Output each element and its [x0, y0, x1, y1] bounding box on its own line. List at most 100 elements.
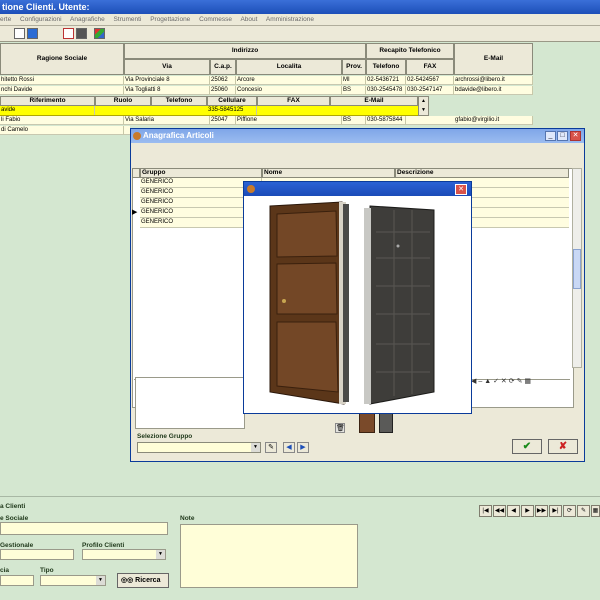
arrow-right-icon[interactable]: ▶ [297, 442, 309, 453]
excel-icon[interactable]: ▦ [591, 505, 600, 517]
cell-via: Via Salaria [124, 116, 210, 125]
subgrid-header-email[interactable]: E-Mail [330, 96, 418, 106]
tipo-select[interactable]: ▼ [40, 575, 106, 586]
col-header-cap[interactable]: C.a.p. [210, 59, 236, 75]
col-header-telefono[interactable]: Telefono [366, 59, 406, 75]
cell-ragione: di Camelo [0, 126, 124, 135]
trash-icon[interactable]: 🗑 [335, 423, 345, 433]
menu-item[interactable]: Configurazioni [20, 16, 62, 23]
door-image [269, 201, 435, 405]
close-icon[interactable]: ✕ [570, 131, 581, 141]
delete-icon[interactable]: – [478, 378, 482, 385]
up-icon[interactable]: ▲ [484, 378, 491, 385]
menu-item[interactable]: Commesse [199, 16, 232, 23]
menu-item[interactable]: Progettazione [150, 16, 190, 23]
chevron-down-icon[interactable]: ▼ [156, 550, 165, 559]
last-record-icon[interactable]: ▶| [549, 505, 562, 517]
refresh-icon[interactable]: ⟳ [509, 378, 515, 385]
scroll-down-icon[interactable]: ▼ [419, 106, 428, 115]
cancel-button[interactable]: ✘ [548, 439, 578, 454]
edit-icon[interactable]: ✎ [577, 505, 590, 517]
descrizione-textarea[interactable] [135, 377, 245, 429]
subgrid-row-selected[interactable]: avide 335-5845125 [0, 106, 418, 116]
menu-item[interactable]: erte [0, 16, 11, 23]
scroll-thumb[interactable] [573, 249, 581, 289]
gruppo-select[interactable]: ▼ [137, 442, 261, 453]
image-preview-window: ✕ [243, 181, 472, 414]
chevron-down-icon[interactable]: ▼ [251, 443, 260, 452]
cell-localita: Concesio [236, 86, 342, 95]
edit-icon[interactable] [14, 28, 25, 39]
col-header-email[interactable]: E-Mail [454, 43, 533, 75]
edit-icon[interactable]: ✎ [517, 378, 523, 385]
refresh-icon[interactable]: ⟳ [563, 505, 576, 517]
cell-email: gfabio@virgilio.it [454, 116, 533, 125]
profilo-clienti-select[interactable]: ▼ [82, 549, 166, 560]
subgrid-header-riferimento[interactable]: Riferimento [0, 96, 95, 106]
cell-telefono: 02-5436721 [366, 76, 406, 85]
brush-icon[interactable]: ✎ [265, 442, 277, 453]
document-icon[interactable] [63, 28, 74, 39]
confirm-button[interactable]: ✔ [512, 439, 542, 454]
toolbar [0, 26, 600, 42]
save-icon[interactable] [27, 28, 38, 39]
note-textarea[interactable] [180, 524, 358, 588]
articoli-scrollbar[interactable] [572, 168, 582, 368]
menu-item[interactable]: Amministrazione [266, 16, 314, 23]
first-record-icon[interactable]: |◀ [479, 505, 492, 517]
subgrid-header-cellulare[interactable]: Cellulare [207, 96, 257, 106]
menu-item[interactable]: Anagrafiche [70, 16, 105, 23]
col-header-descrizione[interactable]: Descrizione [395, 168, 569, 178]
chart-icon[interactable] [94, 28, 105, 39]
ricerca-button[interactable]: ◎◎ Ricerca [117, 573, 169, 588]
profilo-clienti-label: Profilo Clienti [82, 542, 125, 549]
menu-item[interactable]: About [240, 16, 257, 23]
table-row[interactable]: di Camelo [0, 126, 130, 135]
cell-fax: 02-5424567 [406, 76, 454, 85]
selezione-gruppo-label: Selezione Gruppo [137, 433, 193, 440]
print-icon[interactable] [76, 28, 87, 39]
window-title: tione Clienti. Utente: [0, 0, 600, 14]
prior-page-icon[interactable]: ◀◀ [493, 505, 506, 517]
cell-ragione: hitetto Rossi [0, 76, 124, 85]
col-header-via[interactable]: Via [124, 59, 210, 75]
table-row[interactable]: nchi Davide Via Togliatti 8 25060 Conces… [0, 86, 533, 95]
cia-input[interactable] [0, 575, 34, 586]
tipo-label: Tipo [40, 567, 54, 574]
arrow-left-icon[interactable]: ◀ [283, 442, 295, 453]
col-header-gruppo[interactable]: Gruppo [140, 168, 262, 178]
excel-icon[interactable]: ▦ [524, 378, 531, 385]
prior-record-icon[interactable]: ◀ [507, 505, 520, 517]
col-header-prov[interactable]: Prov. [342, 59, 366, 75]
ragione-sociale-input[interactable] [0, 522, 168, 535]
scroll-up-icon[interactable]: ▲ [419, 97, 428, 106]
cancel-icon[interactable]: ✕ [501, 378, 507, 385]
next-page-icon[interactable]: ▶▶ [535, 505, 548, 517]
next-record-icon[interactable]: ▶ [521, 505, 534, 517]
col-header-localita[interactable]: Localita [236, 59, 342, 75]
col-header-nome[interactable]: Nome [262, 168, 395, 178]
gestionale-input[interactable] [0, 549, 74, 560]
col-header-indirizzo: Indirizzo [124, 43, 366, 59]
col-header-fax[interactable]: FAX [406, 59, 454, 75]
subgrid-header-ruolo[interactable]: Ruolo [95, 96, 151, 106]
subgrid-header-telefono[interactable]: Telefono [151, 96, 207, 106]
table-row[interactable]: hitetto Rossi Via Provinciale 8 25062 Ar… [0, 76, 533, 85]
menu-item[interactable]: Strumenti [114, 16, 142, 23]
close-icon[interactable]: ✕ [455, 184, 467, 195]
thumbnail-door-front [359, 411, 375, 433]
ricerca-button-label: Ricerca [135, 577, 161, 584]
thumbnail-panel [353, 411, 401, 433]
cell-via: Via Togliatti 8 [124, 86, 210, 95]
table-row[interactable]: li Fabio Via Salaria 25047 Piffione BS 0… [0, 116, 533, 125]
subgrid-header-fax[interactable]: FAX [257, 96, 330, 106]
cia-label: cia [0, 567, 10, 574]
maximize-icon[interactable]: □ [557, 131, 568, 141]
subgrid-scrollbar[interactable]: ▲ ▼ [418, 96, 429, 116]
thumbnail-door-back [379, 411, 393, 433]
post-icon[interactable]: ✓ [493, 378, 499, 385]
minimize-icon[interactable]: _ [545, 131, 556, 141]
chevron-down-icon[interactable]: ▼ [96, 576, 105, 585]
col-header-ragione[interactable]: Ragione Sociale [0, 43, 124, 75]
app-icon [247, 185, 255, 193]
